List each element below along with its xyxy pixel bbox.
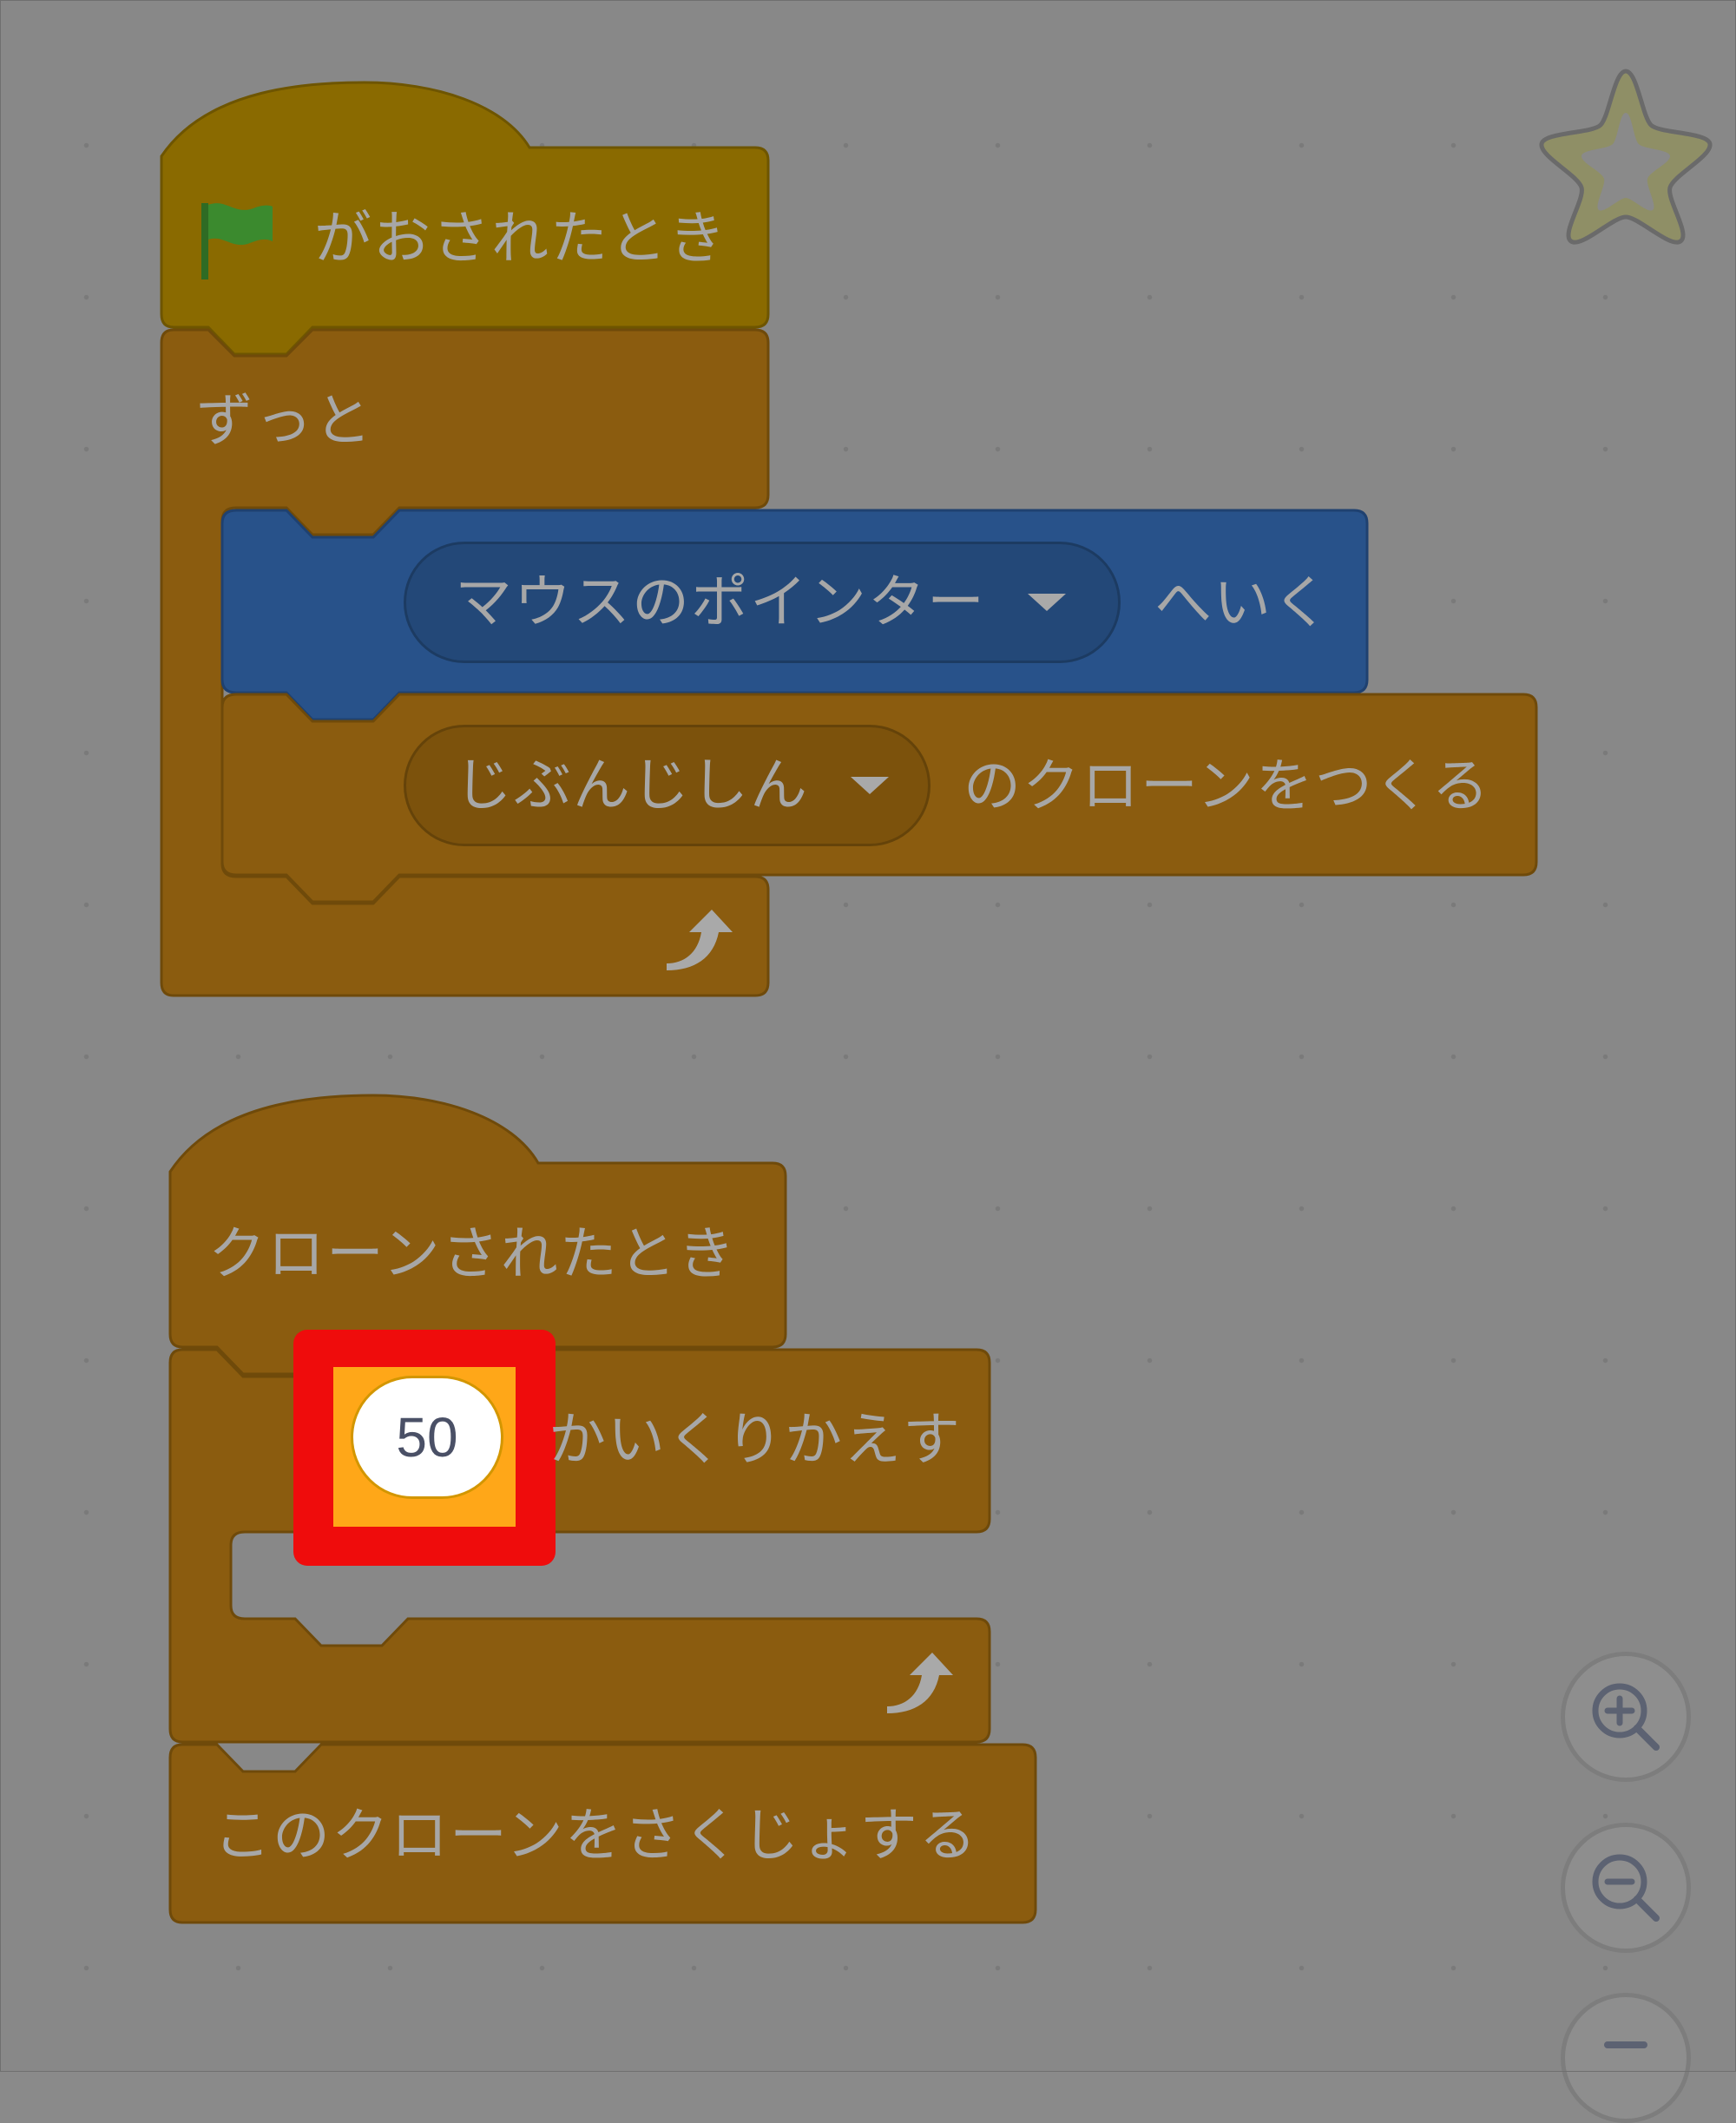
loop-arrow-icon — [667, 910, 733, 970]
zoom-in-icon — [1592, 1683, 1660, 1751]
zoom-reset-button[interactable] — [1561, 1993, 1691, 2123]
block-shapes — [160, 81, 1538, 1924]
clone-hat-label: クローンされたとき — [208, 1220, 737, 1287]
goto-label: へいく — [1154, 569, 1332, 636]
chevron-down-icon — [851, 777, 889, 794]
create-clone-label: のクローンをつくる — [963, 753, 1491, 819]
zoom-reset-icon — [1604, 2041, 1647, 2048]
repeat-count-input[interactable]: 50 — [351, 1376, 503, 1499]
zoom-in-button[interactable] — [1561, 1652, 1691, 1782]
flag-hat-label: がおされたとき — [314, 205, 727, 272]
delete-clone-label: このクローンをさくじょする — [214, 1802, 978, 1869]
forever-label: ずっと — [196, 387, 373, 454]
goto-target-value: マウスのポインター — [455, 569, 986, 635]
zoom-out-icon — [1592, 1854, 1660, 1922]
clone-target-dropdown[interactable]: じぶんじしん — [404, 725, 930, 846]
chevron-down-icon — [1028, 594, 1066, 611]
repeat-label: かいくりかえす — [549, 1406, 962, 1473]
green-flag-icon — [201, 203, 273, 279]
goto-target-dropdown[interactable]: マウスのポインター — [404, 542, 1121, 663]
clone-target-value: じぶんじしん — [455, 752, 809, 818]
favorite-star-icon[interactable] — [1535, 64, 1717, 246]
zoom-out-button[interactable] — [1561, 1823, 1691, 1953]
loop-arrow-icon — [887, 1653, 953, 1713]
